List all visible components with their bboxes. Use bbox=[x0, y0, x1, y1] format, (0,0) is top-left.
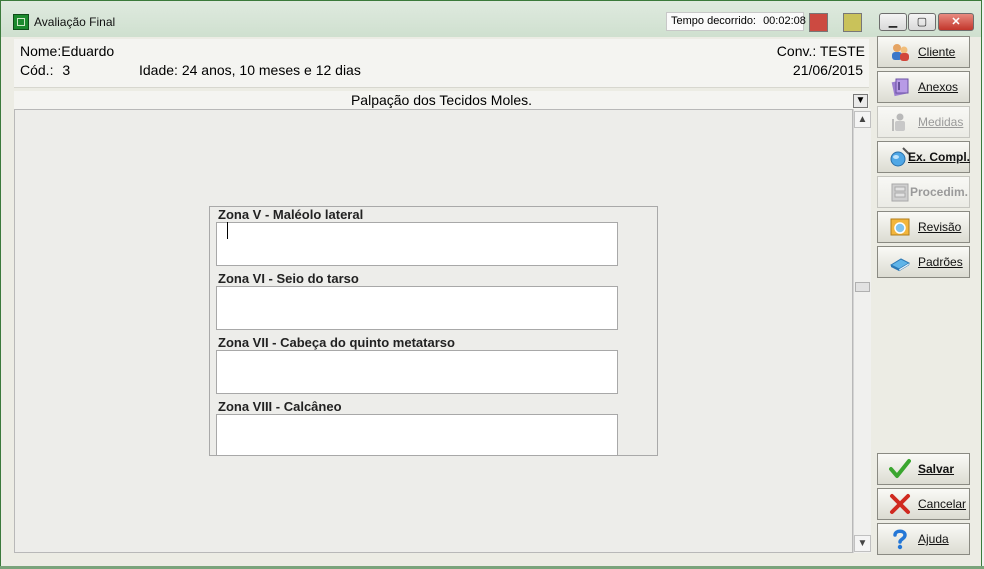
zone-v-field[interactable] bbox=[216, 222, 618, 266]
ajuda-label: Ajuda bbox=[918, 532, 949, 546]
stop-timer-button[interactable] bbox=[809, 13, 828, 32]
vertical-scrollbar[interactable]: ▲ ▼ bbox=[853, 109, 871, 553]
cancelar-label: Cancelar bbox=[918, 497, 967, 511]
app-icon bbox=[13, 14, 29, 30]
padroes-button[interactable]: Padrões bbox=[877, 246, 970, 278]
close-button[interactable]: ✕ bbox=[938, 13, 974, 31]
scroll-thumb[interactable] bbox=[855, 282, 870, 292]
zone-viii-field[interactable] bbox=[216, 414, 618, 456]
anexos-label: Anexos bbox=[918, 80, 959, 94]
patient-age: Idade: 24 anos, 10 meses e 12 dias bbox=[139, 62, 361, 78]
section-title: Palpação dos Tecidos Moles. bbox=[350, 92, 533, 108]
maximize-button[interactable]: ▢ bbox=[908, 13, 936, 31]
cliente-label: Cliente bbox=[918, 45, 956, 59]
section-bar: Palpação dos Tecidos Moles. bbox=[14, 91, 869, 109]
patient-name: Nome:Eduardo bbox=[20, 43, 114, 59]
check-icon bbox=[889, 459, 911, 478]
zones-panel: Zona V - Maléolo lateral Zona VI - Seio … bbox=[209, 206, 658, 456]
procedim-button[interactable]: Procedim. bbox=[877, 176, 970, 208]
salvar-label: Salvar bbox=[918, 462, 955, 476]
zone-vi-field[interactable] bbox=[216, 286, 618, 330]
pause-timer-button[interactable] bbox=[843, 13, 862, 32]
procedim-label: Procedim. bbox=[910, 185, 969, 199]
ex-compl-button[interactable]: Ex. Compl. bbox=[877, 141, 970, 173]
help-icon bbox=[893, 529, 907, 550]
zone-vii-field[interactable] bbox=[216, 350, 618, 394]
attachment-icon bbox=[891, 78, 909, 97]
scroll-up-button[interactable]: ▲ bbox=[854, 111, 871, 128]
revisao-label: Revisão bbox=[918, 220, 962, 234]
patient-code: Cód.: 3 bbox=[20, 62, 70, 78]
title-bar: Avaliação Final Tempo decorrido: 00:02:0… bbox=[1, 1, 981, 37]
people-icon bbox=[892, 44, 909, 61]
minimize-button[interactable]: ▁ bbox=[879, 13, 907, 31]
book-icon bbox=[889, 258, 911, 272]
measure-icon bbox=[892, 113, 905, 131]
cabinet-icon bbox=[891, 183, 909, 202]
app-window: Avaliação Final Tempo decorrido: 00:02:0… bbox=[0, 0, 982, 567]
code-label: Cód.: bbox=[20, 62, 54, 78]
elapsed-time: Tempo decorrido: 00:02:08 bbox=[666, 12, 806, 31]
elapsed-time-label: Tempo decorrido: bbox=[671, 15, 756, 27]
cancelar-button[interactable]: Cancelar bbox=[877, 488, 970, 520]
patient-header: Nome:Eduardo Cód.: 3 Idade: 24 anos, 10 … bbox=[14, 39, 869, 88]
name-value: Eduardo bbox=[61, 43, 115, 59]
age-value: 24 anos, 10 meses e 12 dias bbox=[181, 62, 361, 78]
anexos-button[interactable]: Anexos bbox=[877, 71, 970, 103]
age-label: Idade: bbox=[139, 62, 178, 78]
name-label: Nome: bbox=[20, 43, 62, 59]
zone-label: Zona VI - Seio do tarso bbox=[218, 271, 359, 286]
ex-compl-label: Ex. Compl. bbox=[908, 150, 971, 164]
code-value: 3 bbox=[62, 62, 71, 78]
evaluation-date: 21/06/2015 bbox=[792, 62, 863, 78]
zone-label: Zona VII - Cabeça do quinto metatarso bbox=[218, 335, 455, 350]
window-title: Avaliação Final bbox=[34, 15, 116, 29]
zone-label: Zona V - Maléolo lateral bbox=[218, 207, 364, 222]
patient-convenio: Conv.: TESTE bbox=[777, 43, 865, 59]
text-caret bbox=[227, 222, 228, 239]
padroes-label: Padrões bbox=[918, 255, 963, 269]
conv-value: TESTE bbox=[819, 43, 865, 59]
review-icon bbox=[890, 218, 910, 236]
medidas-label: Medidas bbox=[918, 115, 964, 129]
medidas-button[interactable]: Medidas bbox=[877, 106, 970, 138]
section-dropdown-icon[interactable]: ▼ bbox=[853, 94, 868, 108]
revisao-button[interactable]: Revisão bbox=[877, 211, 970, 243]
cliente-button[interactable]: Cliente bbox=[877, 36, 970, 68]
x-icon bbox=[890, 494, 910, 514]
conv-label: Conv.: bbox=[776, 43, 817, 59]
salvar-button[interactable]: Salvar bbox=[877, 453, 970, 485]
scroll-down-button[interactable]: ▼ bbox=[854, 535, 871, 552]
zone-label: Zona VIII - Calcâneo bbox=[218, 399, 342, 414]
ajuda-button[interactable]: Ajuda bbox=[877, 523, 970, 555]
elapsed-time-value: 00:02:08 bbox=[763, 15, 806, 27]
